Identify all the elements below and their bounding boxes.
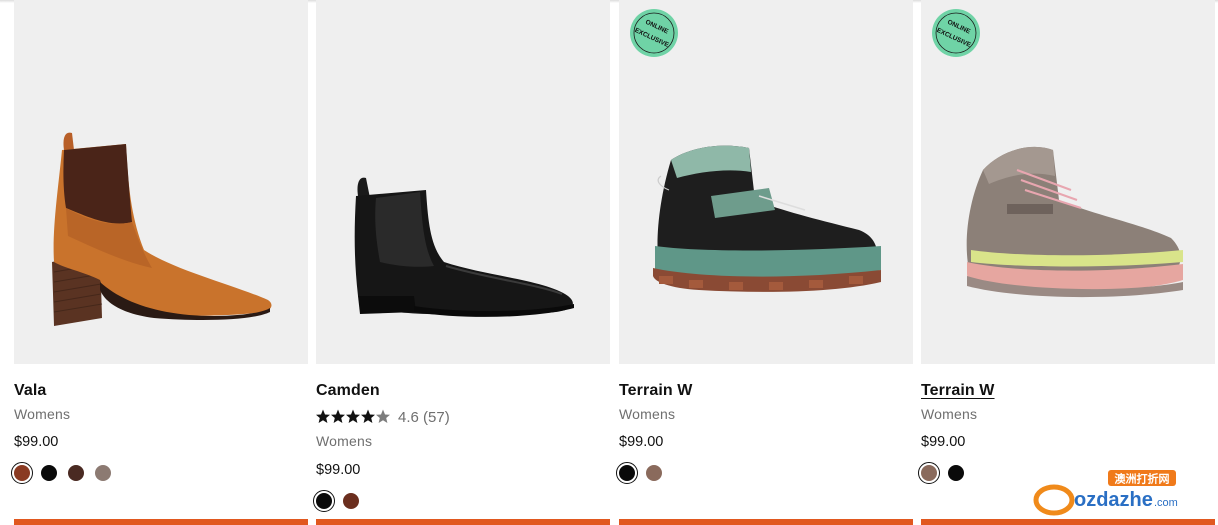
- product-gender: Womens: [921, 406, 978, 422]
- watermark-top-text: 澳洲打折网: [1115, 472, 1170, 486]
- color-swatches: [11, 460, 114, 486]
- black-hiking-boot-image: [653, 145, 881, 292]
- rating-score: 4.6: [398, 408, 419, 426]
- product-gender: Womens: [316, 433, 373, 449]
- product-grid: Vala Womens $99.00 Camden 4.6 (57) Women…: [0, 0, 1218, 525]
- color-swatch-brown[interactable]: [11, 462, 33, 484]
- product-card[interactable]: Camden 4.6 (57) Womens $99.00: [313, 0, 610, 525]
- ozdazhe-watermark-logo: 澳洲打折网 ozdazhe .com: [1033, 470, 1178, 516]
- watermark-main-text: ozdazhe: [1074, 489, 1153, 511]
- color-swatch-black[interactable]: [38, 462, 60, 484]
- product-gender: Womens: [619, 406, 676, 422]
- color-swatches: [313, 488, 362, 514]
- product-price: $99.00: [921, 434, 966, 450]
- color-swatch-black[interactable]: [313, 490, 335, 512]
- color-swatch-black[interactable]: [945, 462, 967, 484]
- add-to-cart-bar[interactable]: [619, 519, 913, 525]
- color-swatch-brown[interactable]: [340, 490, 362, 512]
- color-swatch-taupe[interactable]: [643, 462, 665, 484]
- add-to-cart-bar[interactable]: [14, 519, 308, 525]
- color-swatch-black[interactable]: [616, 462, 638, 484]
- color-swatch-taupe[interactable]: [92, 462, 114, 484]
- product-price: $99.00: [316, 462, 361, 478]
- rating-stars-icon: [316, 409, 390, 423]
- product-rating: 4.6 (57): [316, 407, 450, 427]
- product-gender: Womens: [14, 406, 71, 422]
- black-chelsea-boot-image: [354, 177, 574, 317]
- product-title[interactable]: Vala: [14, 382, 46, 400]
- add-to-cart-bar[interactable]: [316, 519, 610, 525]
- tan-block-heel-boot-image: [52, 132, 272, 326]
- product-title[interactable]: Terrain W: [619, 382, 693, 400]
- watermark-suffix-text: .com: [1154, 497, 1178, 509]
- color-swatch-dark-brown[interactable]: [65, 462, 87, 484]
- product-image[interactable]: ONLINE EXCLUSIVE: [921, 0, 1215, 364]
- taupe-hiking-boot-image: [966, 146, 1183, 298]
- rating-count: (57): [423, 408, 450, 426]
- product-image[interactable]: [14, 0, 308, 364]
- product-card[interactable]: ONLINE EXCLUSIVE Terrain W Womens $99.00: [918, 0, 1215, 525]
- product-image[interactable]: ONLINE EXCLUSIVE: [619, 0, 913, 364]
- product-title[interactable]: Camden: [316, 382, 380, 400]
- product-price: $99.00: [619, 434, 664, 450]
- color-swatch-taupe[interactable]: [918, 462, 940, 484]
- product-price: $99.00: [14, 434, 59, 450]
- product-card[interactable]: ONLINE EXCLUSIVE Terrain W Womens $99.00: [616, 0, 913, 525]
- product-card[interactable]: Vala Womens $99.00: [11, 0, 308, 525]
- color-swatches: [616, 460, 665, 486]
- product-title[interactable]: Terrain W: [921, 382, 995, 400]
- product-image[interactable]: [316, 0, 610, 364]
- color-swatches: [918, 460, 967, 486]
